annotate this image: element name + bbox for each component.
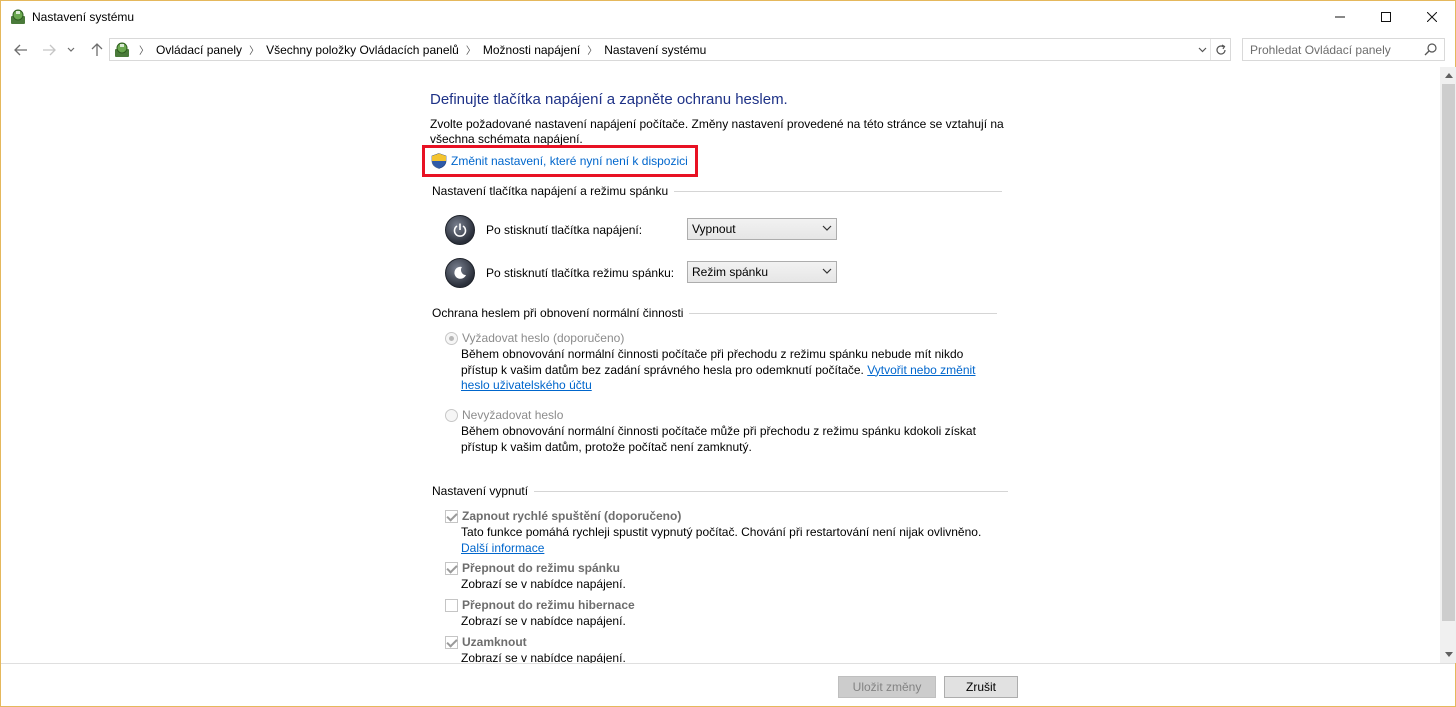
sleep-button-row: Po stisknutí tlačítka režimu spánku: Rež… [445,257,837,289]
uac-shield-icon [431,153,447,169]
sleep-label: Přepnout do režimu spánku [462,561,621,575]
scroll-up-arrow-icon [1444,73,1453,78]
cancel-button[interactable]: Zrušit [944,676,1018,698]
recent-locations-button[interactable] [64,40,78,60]
forward-arrow-icon [43,44,56,56]
chevron-down-icon [67,47,75,52]
control-panel-icon [115,42,129,57]
chevron-down-icon [822,268,832,274]
refresh-icon [1216,43,1226,55]
close-icon [1427,11,1437,22]
lock-option[interactable]: Uzamknout [445,635,527,649]
fast-startup-option[interactable]: Zapnout rychlé spuštění (doporučeno) [445,509,681,523]
search-box [1242,38,1445,61]
search-icon[interactable] [1424,42,1438,56]
sleep-button-select[interactable]: Režim spánku [687,261,837,283]
minimize-icon [1335,16,1345,17]
maximize-icon [1381,11,1391,22]
scrollbar-thumb[interactable] [1442,84,1455,621]
hibernate-label: Přepnout do režimu hibernace [462,598,635,612]
window-title: Nastavení systému [32,10,135,24]
hibernate-option[interactable]: Přepnout do režimu hibernace [445,598,635,612]
title-bar: Nastavení systému [1,1,1455,33]
section-divider [674,190,1003,192]
no-password-label: Nevyžadovat heslo [462,408,564,422]
require-password-label: Vyžadovat heslo (doporučeno) [462,331,625,345]
address-bar[interactable]: 〉 Ovládací panely 〉 Všechny položky Ovlá… [109,38,1231,61]
breadcrumb-item[interactable]: Ovládací panely [156,43,242,57]
minimize-button[interactable] [1317,1,1363,32]
chevron-right-icon: 〉 [465,46,476,57]
breadcrumb-item[interactable]: Všechny položky Ovládacích panelů [266,43,459,57]
breadcrumb-item[interactable]: Možnosti napájení [483,43,580,57]
sleep-checkbox[interactable] [445,561,458,575]
sleep-icon [445,258,475,288]
power-icon [445,215,475,245]
fast-startup-label: Zapnout rychlé spuštění (doporučeno) [462,509,682,523]
select-value: Režim spánku [692,265,769,279]
chevron-right-icon: 〉 [139,46,149,57]
section-title-text: Nastavení tlačítka napájení a režimu spá… [432,184,669,198]
power-buttons-section-title: Nastavení tlačítka napájení a režimu spá… [432,184,1003,198]
chevron-down-icon [1198,47,1206,53]
fast-startup-description: Tato funkce pomáhá rychleji spustit vypn… [461,525,991,556]
maximize-button[interactable] [1363,1,1409,32]
hibernate-checkbox[interactable] [445,598,458,612]
sleep-button-label: Po stisknutí tlačítka režimu spánku: [486,266,675,280]
control-panel-icon [11,9,25,24]
back-arrow-icon [14,44,27,56]
require-password-description: Během obnovování normální činnosti počít… [461,347,991,394]
fast-startup-checkbox[interactable] [445,509,458,523]
up-arrow-icon [91,43,103,56]
forward-button[interactable] [39,40,59,60]
lock-checkbox[interactable] [445,635,458,649]
section-divider [534,490,1009,492]
section-divider [689,312,998,314]
address-dropdown-button[interactable] [1194,42,1210,58]
power-button-row: Po stisknutí tlačítka napájení: Vypnout [445,214,837,246]
no-password-description: Během obnovování normální činnosti počít… [461,424,976,454]
scroll-down-button[interactable] [1440,646,1456,663]
chevron-right-icon: 〉 [249,46,260,57]
footer-bar: Uložit změny Zrušit [1,663,1455,706]
section-title-text: Ochrana heslem při obnovení normální čin… [432,306,684,320]
password-section-title: Ochrana heslem při obnovení normální čin… [432,306,998,320]
sleep-option[interactable]: Přepnout do režimu spánku [445,561,620,575]
scroll-up-button[interactable] [1440,67,1456,84]
power-button-label: Po stisknutí tlačítka napájení: [486,223,643,237]
require-password-option[interactable]: Vyžadovat heslo (doporučeno) [445,331,624,345]
no-password-radio[interactable] [445,408,458,422]
save-changes-button[interactable]: Uložit změny [838,676,936,698]
content-area: Definujte tlačítka napájení a zapněte oc… [1,67,1440,663]
more-information-link[interactable]: Další informace [461,541,544,555]
no-password-option[interactable]: Nevyžadovat heslo [445,408,563,422]
require-password-radio[interactable] [445,331,458,345]
chevron-down-icon [822,225,832,231]
scroll-down-arrow-icon [1444,652,1453,657]
page-description: Zvolte požadované nastavení napájení poč… [430,117,1004,146]
select-value: Vypnout [692,222,736,236]
page-title: Definujte tlačítka napájení a zapněte oc… [430,91,788,108]
close-button[interactable] [1409,1,1455,32]
lock-label: Uzamknout [462,635,527,649]
chevron-right-icon: 〉 [587,46,598,57]
lock-description: Zobrazí se v nabídce napájení. [461,651,626,663]
up-button[interactable] [87,40,107,60]
change-settings-highlight: Změnit nastavení, které nyní není k disp… [422,145,698,177]
shutdown-section-title: Nastavení vypnutí [432,484,1009,498]
breadcrumb: 〉 Ovládací panely 〉 Všechny položky Ovlá… [132,39,706,60]
back-button[interactable] [11,40,31,60]
power-button-select[interactable]: Vypnout [687,218,837,240]
sleep-description: Zobrazí se v nabídce napájení. [461,577,626,591]
breadcrumb-item[interactable]: Nastavení systému [604,43,706,57]
vertical-scrollbar[interactable] [1440,67,1456,663]
window: Nastavení systému 〉 Ovládací panely 〉 Vš… [0,0,1456,707]
refresh-button[interactable] [1210,39,1231,60]
section-title-text: Nastavení vypnutí [432,484,529,498]
hibernate-description: Zobrazí se v nabídce napájení. [461,614,626,628]
search-input[interactable] [1243,39,1418,60]
change-unavailable-settings-link[interactable]: Změnit nastavení, které nyní není k disp… [451,154,688,168]
description-text: Tato funkce pomáhá rychleji spustit vypn… [461,525,982,539]
navigation-bar: 〉 Ovládací panely 〉 Všechny položky Ovlá… [1,33,1455,67]
